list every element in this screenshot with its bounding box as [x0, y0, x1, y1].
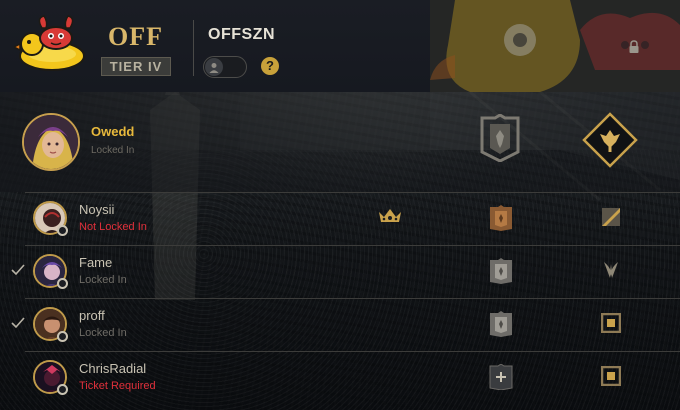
team-tag: OFF — [108, 22, 163, 51]
team-logo-icon — [14, 15, 85, 71]
status-dot — [57, 384, 68, 395]
status-dot — [57, 278, 68, 289]
captain-name: Owedd — [91, 124, 135, 139]
middle-lane-icon — [601, 366, 621, 386]
captain-status: Locked In — [91, 145, 135, 156]
rank-silver-icon — [490, 258, 512, 284]
row-divider — [25, 351, 680, 352]
middle-lane-icon — [601, 313, 621, 333]
member-name: proff — [79, 308, 105, 323]
status-dot — [57, 331, 68, 342]
status-dot — [57, 225, 68, 236]
bottom-lane-icon — [602, 208, 620, 226]
row-divider — [25, 245, 680, 246]
rank-bronze-icon — [490, 205, 512, 231]
member-name: Noysii — [79, 202, 115, 217]
member-status: Locked In — [79, 274, 127, 286]
tier-badge: TIER IV — [101, 57, 171, 76]
crown-icon — [379, 209, 401, 222]
member-row: ChrisRadial Ticket Required — [0, 351, 680, 403]
captain-portrait — [24, 115, 78, 169]
row-divider — [25, 192, 680, 193]
member-status: Locked In — [79, 327, 127, 339]
lock-icon[interactable] — [628, 40, 640, 54]
row-divider — [25, 298, 680, 299]
team-name: OFFSZN — [208, 26, 275, 43]
captain-avatar[interactable] — [22, 113, 80, 171]
rank-silver-icon — [490, 311, 512, 337]
person-icon — [209, 63, 219, 73]
check-icon — [11, 264, 25, 276]
check-icon — [11, 317, 25, 329]
help-icon[interactable]: ? — [261, 57, 279, 75]
member-row: Fame Locked In — [0, 245, 680, 297]
jungle-icon — [604, 262, 618, 278]
team-header: OFF TIER IV OFFSZN ? — [0, 0, 680, 92]
captain-row: Owedd Locked In — [0, 92, 680, 192]
member-name: Fame — [79, 255, 113, 270]
member-name: ChrisRadial — [79, 361, 147, 376]
team-visibility-toggle[interactable] — [203, 56, 247, 78]
toggle-knob — [205, 58, 223, 76]
ticket-plus-icon[interactable] — [489, 364, 513, 390]
member-row: proff Locked In — [0, 298, 680, 350]
support-position-icon — [582, 112, 638, 168]
team-banner-art — [430, 0, 680, 92]
member-row: Noysii Not Locked In — [0, 192, 680, 244]
rank-shield-icon — [480, 114, 520, 162]
member-status: Ticket Required — [79, 380, 156, 392]
header-divider — [193, 20, 194, 76]
member-status: Not Locked In — [79, 221, 147, 233]
